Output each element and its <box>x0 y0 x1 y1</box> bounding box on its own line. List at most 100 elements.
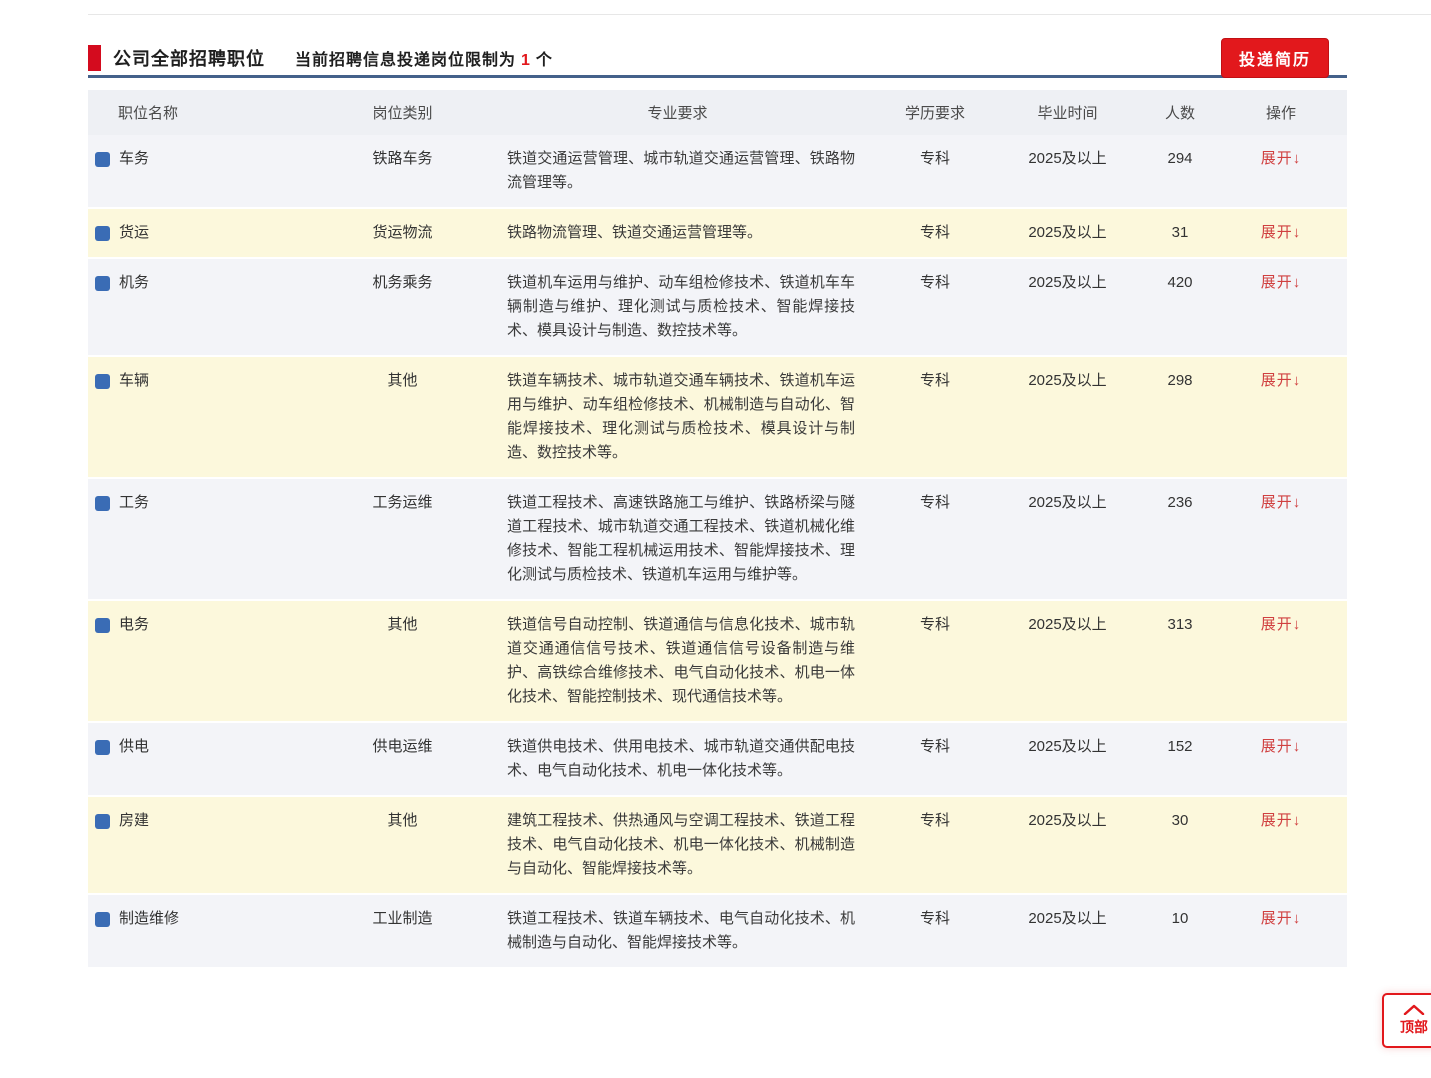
position-category: 其他 <box>330 613 475 637</box>
education-requirement: 专科 <box>880 491 990 515</box>
column-header-position-name: 职位名称 <box>88 102 330 123</box>
back-to-top-button[interactable]: 顶部 <box>1382 993 1431 1048</box>
job-table: 职位名称 岗位类别 专业要求 学历要求 毕业时间 人数 操作 车务 铁路车务 铁… <box>88 90 1347 969</box>
position-checkbox-icon[interactable] <box>95 152 110 167</box>
top-divider <box>88 14 1431 15</box>
position-checkbox-icon[interactable] <box>95 912 110 927</box>
headcount: 31 <box>1145 221 1215 245</box>
expand-link[interactable]: 展开↓ <box>1261 150 1302 167</box>
position-checkbox-icon[interactable] <box>95 496 110 511</box>
position-checkbox-icon[interactable] <box>95 740 110 755</box>
expand-link[interactable]: 展开↓ <box>1261 910 1302 927</box>
headcount: 10 <box>1145 907 1215 931</box>
position-checkbox-icon[interactable] <box>95 618 110 633</box>
graduation-time: 2025及以上 <box>990 491 1145 515</box>
headcount: 152 <box>1145 735 1215 759</box>
major-requirements: 铁道工程技术、高速铁路施工与维护、铁路桥梁与隧道工程技术、城市轨道交通工程技术、… <box>475 491 880 587</box>
major-requirements: 铁道机车运用与维护、动车组检修技术、铁道机车车辆制造与维护、理化测试与质检技术、… <box>475 271 880 343</box>
table-row: 供电 供电运维 铁道供电技术、供用电技术、城市轨道交通供配电技术、电气自动化技术… <box>88 723 1347 797</box>
position-checkbox-icon[interactable] <box>95 374 110 389</box>
expand-link[interactable]: 展开↓ <box>1261 372 1302 389</box>
table-row: 货运 货运物流 铁路物流管理、铁道交通运营管理等。 专科 2025及以上 31 … <box>88 209 1347 259</box>
graduation-time: 2025及以上 <box>990 369 1145 393</box>
table-row: 工务 工务运维 铁道工程技术、高速铁路施工与维护、铁路桥梁与隧道工程技术、城市轨… <box>88 479 1347 601</box>
headcount: 298 <box>1145 369 1215 393</box>
position-name: 机务 <box>119 271 149 295</box>
position-category: 货运物流 <box>330 221 475 245</box>
red-accent-bar <box>88 45 101 71</box>
table-row: 车务 铁路车务 铁道交通运营管理、城市轨道交通运营管理、铁路物流管理等。 专科 … <box>88 135 1347 209</box>
education-requirement: 专科 <box>880 221 990 245</box>
table-body: 车务 铁路车务 铁道交通运营管理、城市轨道交通运营管理、铁路物流管理等。 专科 … <box>88 135 1347 969</box>
major-requirements: 铁道车辆技术、城市轨道交通车辆技术、铁道机车运用与维护、动车组检修技术、机械制造… <box>475 369 880 465</box>
major-requirements: 铁道供电技术、供用电技术、城市轨道交通供配电技术、电气自动化技术、机电一体化技术… <box>475 735 880 783</box>
position-category: 工业制造 <box>330 907 475 931</box>
expand-link[interactable]: 展开↓ <box>1261 494 1302 511</box>
major-requirements: 铁道交通运营管理、城市轨道交通运营管理、铁路物流管理等。 <box>475 147 880 195</box>
position-category: 铁路车务 <box>330 147 475 171</box>
expand-link[interactable]: 展开↓ <box>1261 812 1302 829</box>
education-requirement: 专科 <box>880 147 990 171</box>
position-checkbox-icon[interactable] <box>95 814 110 829</box>
headcount: 420 <box>1145 271 1215 295</box>
major-requirements: 铁道信号自动控制、铁道通信与信息化技术、城市轨道交通通信信号技术、铁道通信信号设… <box>475 613 880 709</box>
section-header: 公司全部招聘职位 当前招聘信息投递岗位限制为1个 投递简历 <box>88 40 1347 78</box>
column-header-graduation-time: 毕业时间 <box>990 102 1145 123</box>
submit-resume-button[interactable]: 投递简历 <box>1221 38 1329 78</box>
column-header-education: 学历要求 <box>880 102 990 123</box>
position-name: 制造维修 <box>119 907 179 931</box>
section-title: 公司全部招聘职位 <box>113 45 265 71</box>
graduation-time: 2025及以上 <box>990 221 1145 245</box>
position-checkbox-icon[interactable] <box>95 226 110 241</box>
position-name: 供电 <box>119 735 149 759</box>
education-requirement: 专科 <box>880 369 990 393</box>
education-requirement: 专科 <box>880 907 990 931</box>
position-name: 车辆 <box>119 369 149 393</box>
expand-link[interactable]: 展开↓ <box>1261 738 1302 755</box>
position-category: 工务运维 <box>330 491 475 515</box>
headcount: 236 <box>1145 491 1215 515</box>
expand-link[interactable]: 展开↓ <box>1261 224 1302 241</box>
column-header-major-requirements: 专业要求 <box>475 102 880 123</box>
table-row: 机务 机务乘务 铁道机车运用与维护、动车组检修技术、铁道机车车辆制造与维护、理化… <box>88 259 1347 357</box>
graduation-time: 2025及以上 <box>990 147 1145 171</box>
position-name: 车务 <box>119 147 149 171</box>
limit-note-suffix: 个 <box>536 52 553 69</box>
position-category: 其他 <box>330 809 475 833</box>
position-category: 机务乘务 <box>330 271 475 295</box>
column-header-action: 操作 <box>1215 102 1347 123</box>
education-requirement: 专科 <box>880 809 990 833</box>
table-header-row: 职位名称 岗位类别 专业要求 学历要求 毕业时间 人数 操作 <box>88 90 1347 135</box>
graduation-time: 2025及以上 <box>990 271 1145 295</box>
position-name: 房建 <box>119 809 149 833</box>
expand-link[interactable]: 展开↓ <box>1261 616 1302 633</box>
education-requirement: 专科 <box>880 613 990 637</box>
table-row: 车辆 其他 铁道车辆技术、城市轨道交通车辆技术、铁道机车运用与维护、动车组检修技… <box>88 357 1347 479</box>
graduation-time: 2025及以上 <box>990 735 1145 759</box>
position-category: 供电运维 <box>330 735 475 759</box>
submission-limit-note: 当前招聘信息投递岗位限制为1个 <box>295 46 553 70</box>
major-requirements: 铁路物流管理、铁道交通运营管理等。 <box>475 221 880 245</box>
major-requirements: 铁道工程技术、铁道车辆技术、电气自动化技术、机械制造与自动化、智能焊接技术等。 <box>475 907 880 955</box>
table-row: 电务 其他 铁道信号自动控制、铁道通信与信息化技术、城市轨道交通通信信号技术、铁… <box>88 601 1347 723</box>
limit-note-prefix: 当前招聘信息投递岗位限制为 <box>295 52 516 69</box>
chevron-up-icon <box>1403 1004 1425 1015</box>
column-header-headcount: 人数 <box>1145 102 1215 123</box>
headcount: 294 <box>1145 147 1215 171</box>
position-name: 工务 <box>119 491 149 515</box>
headcount: 30 <box>1145 809 1215 833</box>
column-header-category: 岗位类别 <box>330 102 475 123</box>
graduation-time: 2025及以上 <box>990 613 1145 637</box>
position-category: 其他 <box>330 369 475 393</box>
education-requirement: 专科 <box>880 735 990 759</box>
limit-count: 1 <box>516 52 536 69</box>
table-row: 制造维修 工业制造 铁道工程技术、铁道车辆技术、电气自动化技术、机械制造与自动化… <box>88 895 1347 969</box>
graduation-time: 2025及以上 <box>990 809 1145 833</box>
major-requirements: 建筑工程技术、供热通风与空调工程技术、铁道工程技术、电气自动化技术、机电一体化技… <box>475 809 880 881</box>
back-to-top-label: 顶部 <box>1400 1017 1428 1037</box>
education-requirement: 专科 <box>880 271 990 295</box>
expand-link[interactable]: 展开↓ <box>1261 274 1302 291</box>
position-name: 货运 <box>119 221 149 245</box>
graduation-time: 2025及以上 <box>990 907 1145 931</box>
position-checkbox-icon[interactable] <box>95 276 110 291</box>
